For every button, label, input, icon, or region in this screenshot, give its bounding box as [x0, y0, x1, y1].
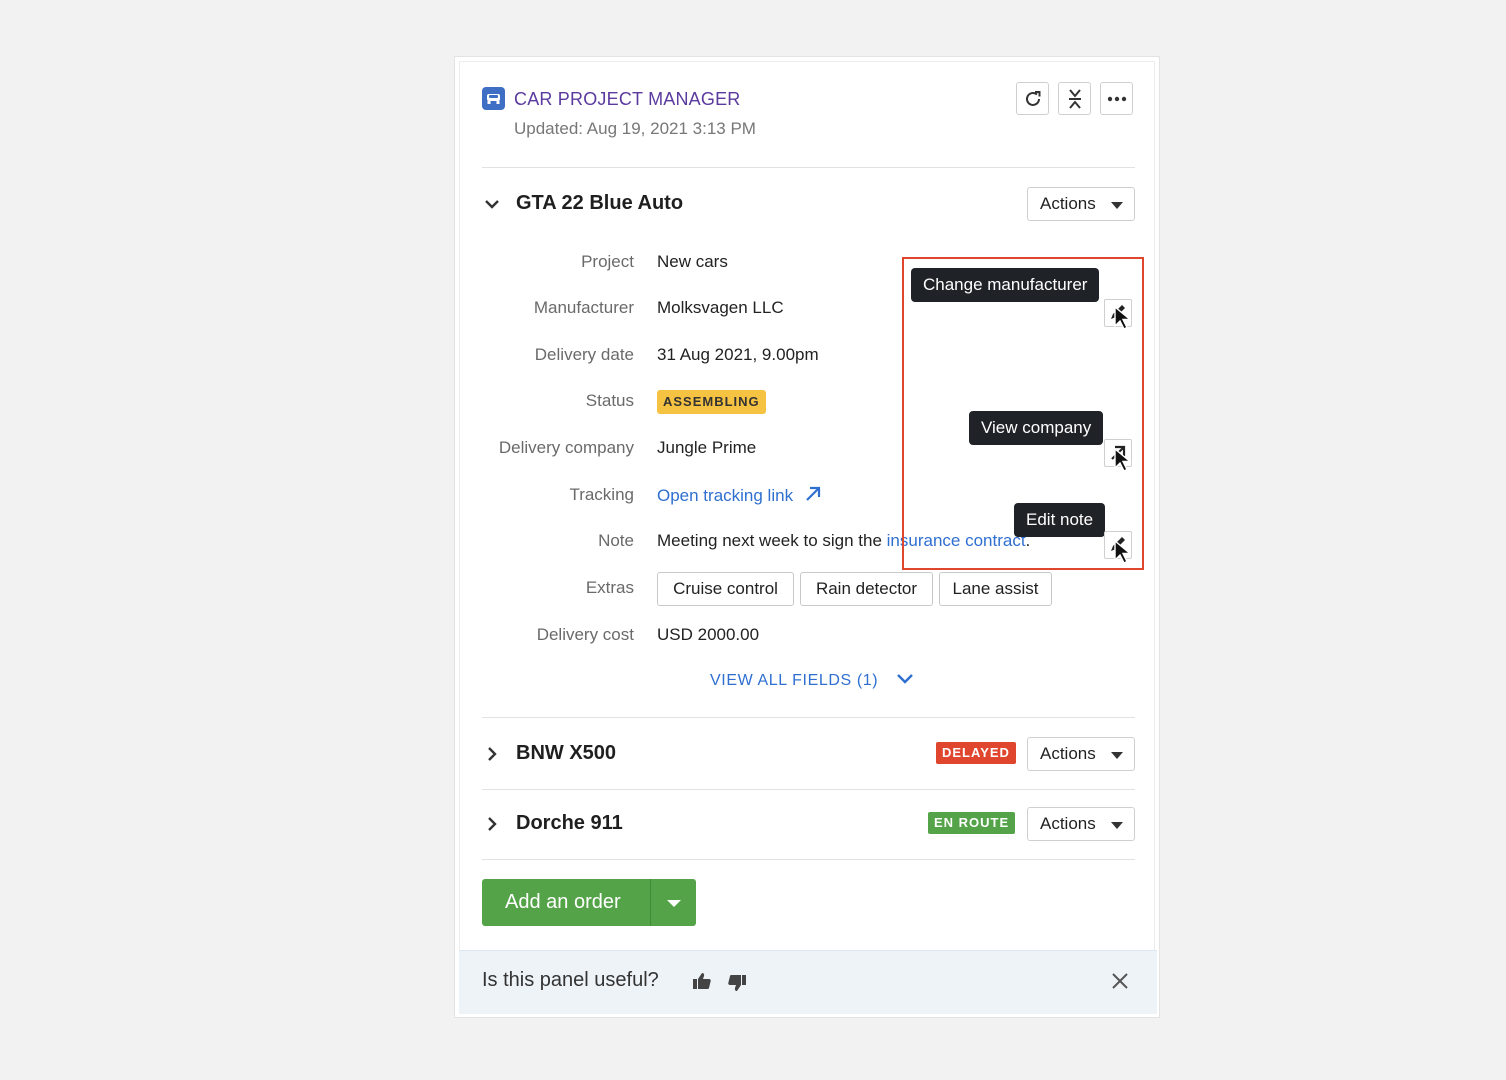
- refresh-icon: [1025, 90, 1040, 106]
- add-order-split-button: Add an order: [482, 879, 696, 926]
- expand-toggle[interactable]: [482, 744, 502, 769]
- order-title[interactable]: Dorche 911: [516, 812, 623, 835]
- field-label-manufacturer: Manufacturer: [533, 298, 634, 317]
- thumbs-up-button[interactable]: [692, 971, 712, 996]
- divider: [482, 717, 1135, 718]
- add-order-button[interactable]: Add an order: [505, 891, 621, 914]
- feedback-question: Is this panel useful?: [482, 969, 659, 991]
- actions-dropdown[interactable]: Actions: [1027, 187, 1135, 221]
- field-value-delivery-date: 31 Aug 2021, 9.00pm: [657, 345, 819, 364]
- chevron-right-icon: [488, 817, 497, 831]
- collapse-all-button[interactable]: [1058, 82, 1091, 115]
- divider: [482, 167, 1135, 168]
- status-badge: ASSEMBLING: [657, 390, 766, 414]
- view-all-label: VIEW ALL FIELDS (1): [710, 672, 879, 689]
- field-value-delivery-cost: USD 2000.00: [657, 625, 760, 644]
- extra-chip: Lane assist: [939, 572, 1052, 606]
- more-icon: [1107, 96, 1126, 101]
- split-divider: [650, 879, 651, 926]
- cursor-icon: [1114, 305, 1132, 330]
- expand-toggle[interactable]: [482, 194, 502, 219]
- chevron-right-icon: [488, 747, 497, 761]
- divider: [482, 789, 1135, 790]
- actions-label: Actions: [1040, 194, 1096, 213]
- note-text: Meeting next week to sign the: [657, 531, 887, 550]
- view-all-fields-link[interactable]: VIEW ALL FIELDS (1): [710, 672, 915, 690]
- tooltip-view-company: View company: [969, 411, 1104, 445]
- actions-label: Actions: [1040, 744, 1096, 763]
- updated-timestamp: Updated: Aug 19, 2021 3:13 PM: [514, 119, 756, 138]
- field-value-delivery-company: Jungle Prime: [657, 438, 757, 457]
- actions-dropdown[interactable]: Actions: [1027, 807, 1135, 841]
- cursor-icon: [1114, 447, 1132, 472]
- tracking-link[interactable]: Open tracking link: [657, 485, 822, 506]
- close-feedback-button[interactable]: [1111, 972, 1129, 995]
- status-badge: DELAYED: [936, 742, 1016, 764]
- caret-down-icon: [1111, 822, 1123, 829]
- field-label-status: Status: [585, 391, 634, 410]
- chevron-down-icon: [485, 200, 499, 209]
- field-label-delivery-company: Delivery company: [498, 438, 634, 457]
- expand-toggle[interactable]: [482, 814, 502, 839]
- field-label-delivery-cost: Delivery cost: [536, 625, 634, 644]
- status-badge: EN ROUTE: [928, 812, 1016, 834]
- order-title[interactable]: GTA 22 Blue Auto: [516, 192, 683, 215]
- cursor-icon: [1114, 539, 1132, 564]
- chevron-down-icon: [897, 674, 914, 684]
- thumbs-up-icon: [693, 973, 711, 989]
- field-value-project: New cars: [657, 252, 728, 271]
- close-icon: [1112, 973, 1128, 989]
- field-label-delivery-date: Delivery date: [534, 345, 634, 364]
- refresh-button[interactable]: [1016, 82, 1049, 115]
- field-label-note: Note: [598, 531, 634, 550]
- field-label-project: Project: [581, 252, 634, 271]
- thumbs-down-icon: [728, 975, 746, 991]
- collapse-icon: [1068, 88, 1081, 109]
- tracking-link-text[interactable]: Open tracking link: [657, 486, 793, 505]
- divider: [482, 859, 1135, 860]
- thumbs-down-button[interactable]: [727, 973, 747, 998]
- tooltip-edit-note: Edit note: [1014, 503, 1106, 537]
- field-label-extras: Extras: [585, 578, 634, 597]
- caret-down-icon: [1111, 202, 1123, 209]
- caret-down-icon[interactable]: [667, 900, 681, 907]
- field-label-tracking: Tracking: [569, 485, 634, 504]
- actions-dropdown[interactable]: Actions: [1027, 737, 1135, 771]
- field-value-manufacturer: Molksvagen LLC: [657, 298, 784, 317]
- extra-chip: Cruise control: [657, 572, 794, 606]
- car-icon: [482, 87, 505, 110]
- tooltip-change-manufacturer: Change manufacturer: [911, 268, 1100, 302]
- caret-down-icon: [1111, 752, 1123, 759]
- extra-chip: Rain detector: [800, 572, 933, 606]
- external-link-icon: [806, 486, 820, 501]
- app-title: CAR PROJECT MANAGER: [514, 89, 741, 109]
- actions-label: Actions: [1040, 814, 1096, 833]
- order-title[interactable]: BNW X500: [516, 742, 616, 765]
- more-options-button[interactable]: [1100, 82, 1133, 115]
